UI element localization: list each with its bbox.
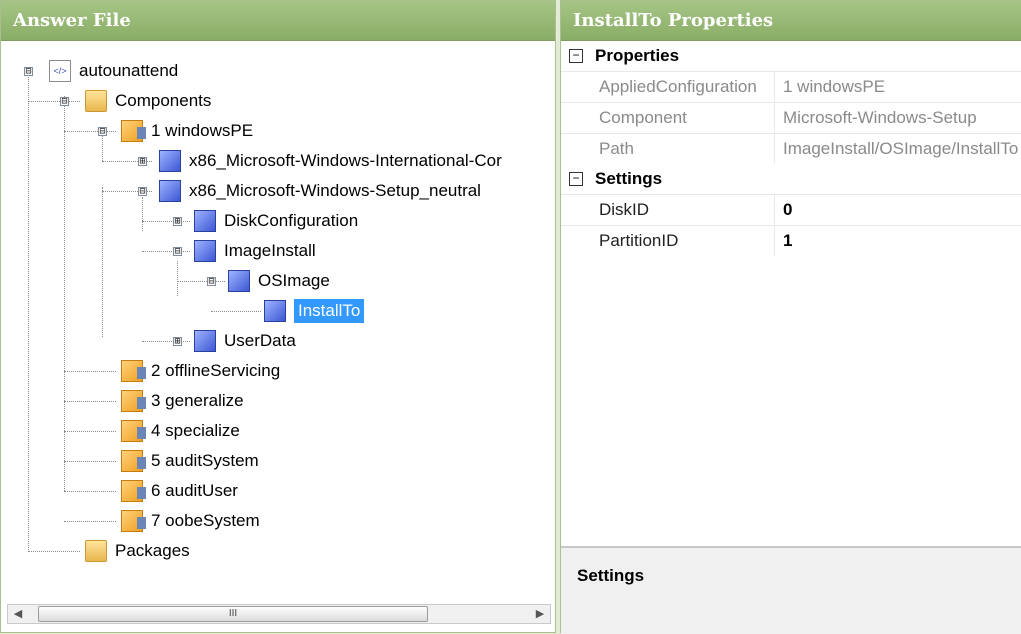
tree-node-international-core[interactable]: x86_Microsoft-Windows-International-Cor [159, 147, 502, 175]
setting-value-input[interactable]: 0 [774, 195, 1021, 225]
configuration-pass-icon [121, 450, 146, 472]
answer-file-tree[interactable]: ⊟ ⊟ ⊟ ⊞ ⊟ ⊞ ⊟ ⊟ ⊞ </> autounattend Compo… [1, 41, 555, 599]
expand-toggle-icon[interactable]: ⊞ [173, 337, 182, 347]
answer-file-pane: Answer File ⊟ ⊟ ⊟ ⊞ ⊟ ⊞ ⊟ ⊟ ⊞ </> autoun… [0, 0, 556, 633]
tree-node-label: ImageInstall [224, 241, 316, 260]
category-settings[interactable]: − Settings [561, 164, 1021, 194]
category-label: Properties [595, 46, 680, 65]
tree-node-pass-specialize[interactable]: 4 specialize [121, 417, 240, 445]
category-label: Settings [595, 169, 663, 188]
tree-node-label: 6 auditUser [151, 481, 238, 500]
collapse-toggle-icon[interactable]: ⊟ [98, 127, 107, 137]
tree-node-windows-setup[interactable]: x86_Microsoft-Windows-Setup_neutral [159, 177, 481, 205]
tree-node-diskconfiguration[interactable]: DiskConfiguration [194, 207, 358, 235]
category-properties[interactable]: − Properties [561, 41, 1021, 71]
tree-node-label: OSImage [258, 271, 330, 290]
tree-node-components[interactable]: Components [85, 87, 211, 115]
collapse-toggle-icon[interactable]: ⊟ [24, 67, 33, 77]
configuration-pass-icon [121, 510, 146, 532]
setting-key: PartitionID [599, 231, 679, 250]
tree-node-imageinstall[interactable]: ImageInstall [194, 237, 316, 265]
properties-pane: InstallTo Properties − Properties Applie… [560, 0, 1021, 634]
collapse-toggle-icon[interactable]: ⊟ [173, 247, 182, 257]
property-key: Component [599, 108, 687, 127]
folder-icon [85, 540, 107, 562]
component-icon [159, 150, 181, 172]
property-value: 1 windowsPE [774, 72, 1021, 102]
setting-row-partitionid[interactable]: PartitionID 1 [561, 225, 1021, 256]
tree-node-label: Packages [115, 541, 190, 560]
tree-node-label: autounattend [79, 61, 179, 80]
scroll-left-icon[interactable]: ◀ [10, 607, 26, 620]
configuration-pass-icon [121, 120, 146, 142]
property-value: ImageInstall/OSImage/InstallTo [774, 134, 1021, 164]
expand-toggle-icon[interactable]: ⊞ [138, 157, 147, 167]
horizontal-scrollbar[interactable]: ◀ III ▶ [7, 604, 551, 624]
tree-node-pass-oobesystem[interactable]: 7 oobeSystem [121, 507, 260, 535]
tree-node-label: x86_Microsoft-Windows-Setup_neutral [189, 181, 481, 200]
answer-file-header: Answer File [1, 1, 555, 41]
property-row[interactable]: Component Microsoft-Windows-Setup [561, 102, 1021, 133]
tree-node-label: Components [115, 91, 212, 110]
collapse-toggle-icon[interactable]: ⊟ [138, 187, 147, 197]
scroll-right-icon[interactable]: ▶ [532, 607, 548, 620]
tree-node-label: 5 auditSystem [151, 451, 259, 470]
tree-node-pass-auditsystem[interactable]: 5 auditSystem [121, 447, 259, 475]
collapse-toggle-icon[interactable]: ⊟ [207, 277, 216, 287]
tree-node-label: 3 generalize [151, 391, 244, 410]
setting-row-diskid[interactable]: DiskID 0 [561, 194, 1021, 225]
property-value: Microsoft-Windows-Setup [774, 103, 1021, 133]
collapse-toggle-icon[interactable]: ⊟ [60, 97, 69, 107]
tree-node-label: 4 specialize [151, 421, 240, 440]
property-row[interactable]: AppliedConfiguration 1 windowsPE [561, 71, 1021, 102]
tree-node-label: x86_Microsoft-Windows-International-Cor [189, 151, 502, 170]
tree-node-installto[interactable]: InstallTo [264, 297, 365, 325]
tree-node-label-selected: InstallTo [294, 299, 365, 323]
setting-key: DiskID [599, 200, 650, 219]
description-panel: Settings [561, 546, 1021, 634]
tree-node-label: 1 windowsPE [151, 121, 254, 140]
component-icon [264, 300, 286, 322]
expand-toggle-icon[interactable]: ⊞ [173, 217, 182, 227]
collapse-category-icon[interactable]: − [569, 49, 583, 63]
tree-node-pass-generalize[interactable]: 3 generalize [121, 387, 244, 415]
description-title: Settings [577, 566, 645, 585]
answer-file-icon: </> [49, 60, 71, 82]
property-key: AppliedConfiguration [599, 77, 757, 96]
setting-value-input[interactable]: 1 [774, 226, 1021, 256]
configuration-pass-icon [121, 480, 146, 502]
tree-node-label: 7 oobeSystem [151, 511, 260, 530]
folder-icon [85, 90, 107, 112]
component-icon [194, 330, 216, 352]
property-key: Path [599, 139, 634, 158]
tree-node-osimage[interactable]: OSImage [228, 267, 330, 295]
collapse-category-icon[interactable]: − [569, 172, 583, 186]
property-grid[interactable]: − Properties AppliedConfiguration 1 wind… [561, 41, 1021, 256]
component-icon [159, 180, 181, 202]
configuration-pass-icon [121, 360, 146, 382]
properties-header: InstallTo Properties [561, 1, 1021, 41]
tree-node-userdata[interactable]: UserData [194, 327, 296, 355]
tree-node-pass-offlineservicing[interactable]: 2 offlineServicing [121, 357, 280, 385]
configuration-pass-icon [121, 390, 146, 412]
tree-node-label: DiskConfiguration [224, 211, 359, 230]
tree-node-label: 2 offlineServicing [151, 361, 281, 380]
component-icon [228, 270, 250, 292]
tree-node-pass-windowspe[interactable]: 1 windowsPE [121, 117, 253, 145]
tree-node-pass-audituser[interactable]: 6 auditUser [121, 477, 238, 505]
tree-node-autounattend[interactable]: </> autounattend [49, 57, 178, 85]
component-icon [194, 240, 216, 262]
property-row[interactable]: Path ImageInstall/OSImage/InstallTo [561, 133, 1021, 164]
tree-node-label: UserData [224, 331, 296, 350]
scrollbar-thumb[interactable]: III [38, 606, 428, 622]
configuration-pass-icon [121, 420, 146, 442]
component-icon [194, 210, 216, 232]
tree-node-packages[interactable]: Packages [85, 537, 190, 565]
